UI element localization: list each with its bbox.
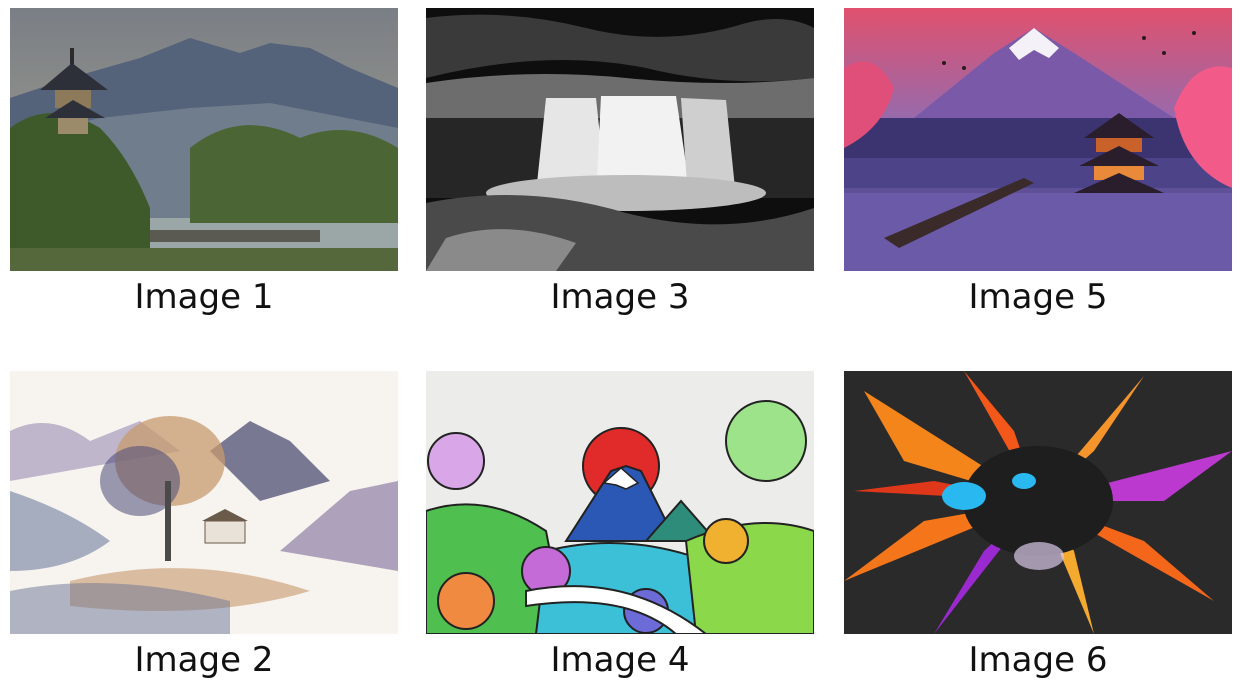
image-cell-5: Image 5: [844, 8, 1232, 317]
image-6-thumbnail: [844, 371, 1232, 634]
image-1-thumbnail: [10, 8, 398, 271]
image-5-thumbnail: [844, 8, 1232, 271]
image-3-caption: Image 3: [550, 277, 690, 317]
image-5-caption: Image 5: [968, 277, 1108, 317]
image-4-thumbnail: [426, 371, 814, 634]
image-6-caption: Image 6: [968, 640, 1108, 680]
image-cell-2: Image 2: [10, 371, 398, 680]
image-4-caption: Image 4: [550, 640, 690, 680]
image-cell-4: Image 4: [426, 371, 814, 680]
image-2-thumbnail: [10, 371, 398, 634]
image-2-caption: Image 2: [134, 640, 274, 680]
image-cell-1: Image 1: [10, 8, 398, 317]
image-cell-3: Image 3: [426, 8, 814, 317]
image-3-thumbnail: [426, 8, 814, 271]
image-1-caption: Image 1: [134, 277, 274, 317]
image-cell-6: Image 6: [844, 371, 1232, 680]
